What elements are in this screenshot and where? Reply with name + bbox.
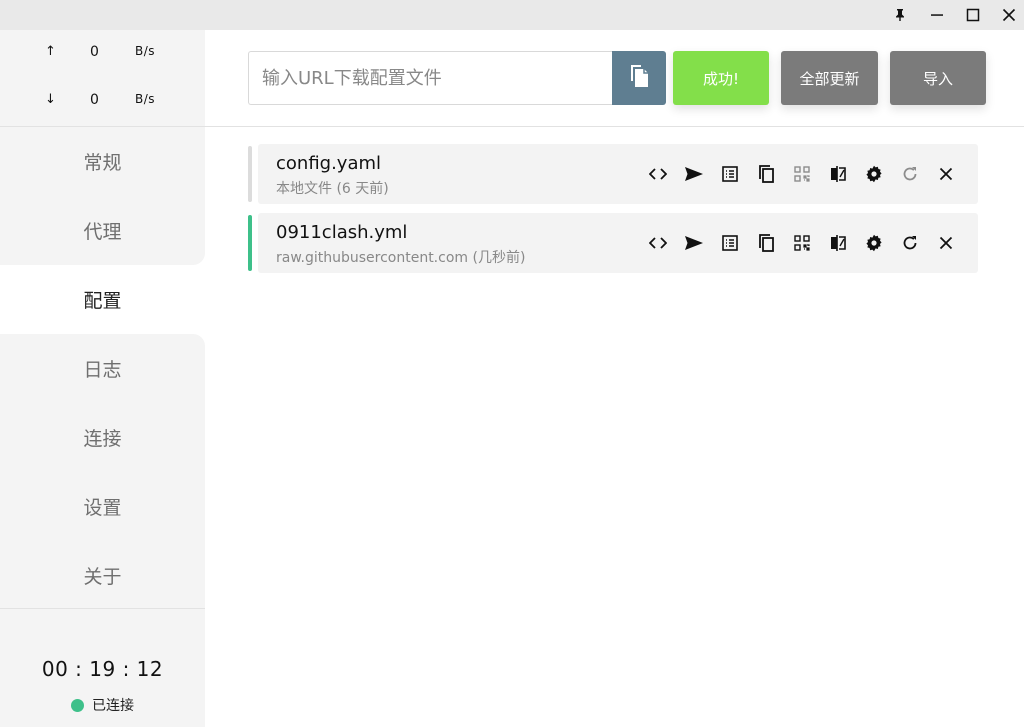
upload-speed: ↑ 0 B/s <box>0 44 205 64</box>
list-view-icon[interactable] <box>712 160 748 188</box>
settings-icon[interactable] <box>856 229 892 257</box>
upload-unit: B/s <box>135 44 156 58</box>
copy-icon[interactable] <box>748 229 784 257</box>
sidebar-item-logs[interactable]: 日志 <box>0 334 205 403</box>
url-input[interactable] <box>262 67 614 89</box>
maximize-icon[interactable] <box>961 3 985 27</box>
selection-indicator <box>248 146 252 202</box>
profile-list: config.yaml 本地文件 (6 天前) 0911clash.yml ra… <box>248 144 978 282</box>
profile-source: 本地文件 (6 天前) <box>276 181 389 197</box>
update-all-button[interactable]: 全部更新 <box>781 51 878 105</box>
sidebar-item-about[interactable]: 关于 <box>0 541 205 610</box>
minimize-icon[interactable] <box>925 3 949 27</box>
profile-card[interactable]: 0911clash.yml raw.githubusercontent.com … <box>248 213 978 273</box>
settings-icon[interactable] <box>856 160 892 188</box>
send-icon[interactable] <box>676 229 712 257</box>
delete-icon[interactable] <box>928 160 964 188</box>
compare-icon[interactable] <box>820 229 856 257</box>
qrcode-icon[interactable] <box>784 229 820 257</box>
import-button[interactable]: 导入 <box>890 51 986 105</box>
status-label: 已连接 <box>92 698 134 714</box>
profile-name: config.yaml <box>276 153 382 174</box>
download-value: 0 <box>90 92 99 108</box>
delete-icon[interactable] <box>928 229 964 257</box>
sidebar: ↑ 0 B/s ↓ 0 B/s 常规 代理 配置 日志 连接 设置 关于 00 … <box>0 30 205 727</box>
sidebar-item-profiles[interactable]: 配置 <box>0 265 205 334</box>
send-icon[interactable] <box>676 160 712 188</box>
sidebar-nav: 常规 代理 配置 日志 连接 设置 关于 <box>0 127 205 610</box>
list-view-icon[interactable] <box>712 229 748 257</box>
profile-card[interactable]: config.yaml 本地文件 (6 天前) <box>248 144 978 204</box>
pin-icon[interactable] <box>888 3 912 27</box>
status-dot-icon <box>71 698 84 712</box>
sidebar-item-proxy[interactable]: 代理 <box>0 196 205 265</box>
profiles-header: 成功! 全部更新 导入 <box>205 30 1024 127</box>
traffic-panel: ↑ 0 B/s ↓ 0 B/s <box>0 30 205 127</box>
sidebar-footer: 00 : 19 : 12 已连接 <box>0 608 205 727</box>
profile-name: 0911clash.yml <box>276 222 408 243</box>
upload-value: 0 <box>90 44 99 60</box>
paste-icon <box>627 63 651 93</box>
download-unit: B/s <box>135 92 156 106</box>
code-icon[interactable] <box>640 229 676 257</box>
selection-indicator <box>248 215 252 271</box>
paste-button[interactable] <box>612 51 666 105</box>
qrcode-icon[interactable] <box>784 160 820 188</box>
upload-arrow-icon: ↑ <box>45 44 56 59</box>
url-input-box <box>248 51 614 105</box>
profile-source: raw.githubusercontent.com (几秒前) <box>276 250 526 266</box>
profile-actions <box>640 160 964 188</box>
code-icon[interactable] <box>640 160 676 188</box>
sidebar-item-settings[interactable]: 设置 <box>0 472 205 541</box>
title-bar <box>0 0 1024 30</box>
download-arrow-icon: ↓ <box>45 92 56 107</box>
refresh-icon[interactable] <box>892 160 928 188</box>
compare-icon[interactable] <box>820 160 856 188</box>
success-button[interactable]: 成功! <box>673 51 769 105</box>
refresh-icon[interactable] <box>892 229 928 257</box>
copy-icon[interactable] <box>748 160 784 188</box>
uptime-clock: 00 : 19 : 12 <box>41 657 164 681</box>
sidebar-item-general[interactable]: 常规 <box>0 127 205 196</box>
sidebar-item-connections[interactable]: 连接 <box>0 403 205 472</box>
connection-status: 已连接 <box>0 695 205 715</box>
profile-actions <box>640 229 964 257</box>
close-icon[interactable] <box>997 3 1021 27</box>
download-speed: ↓ 0 B/s <box>0 92 205 112</box>
